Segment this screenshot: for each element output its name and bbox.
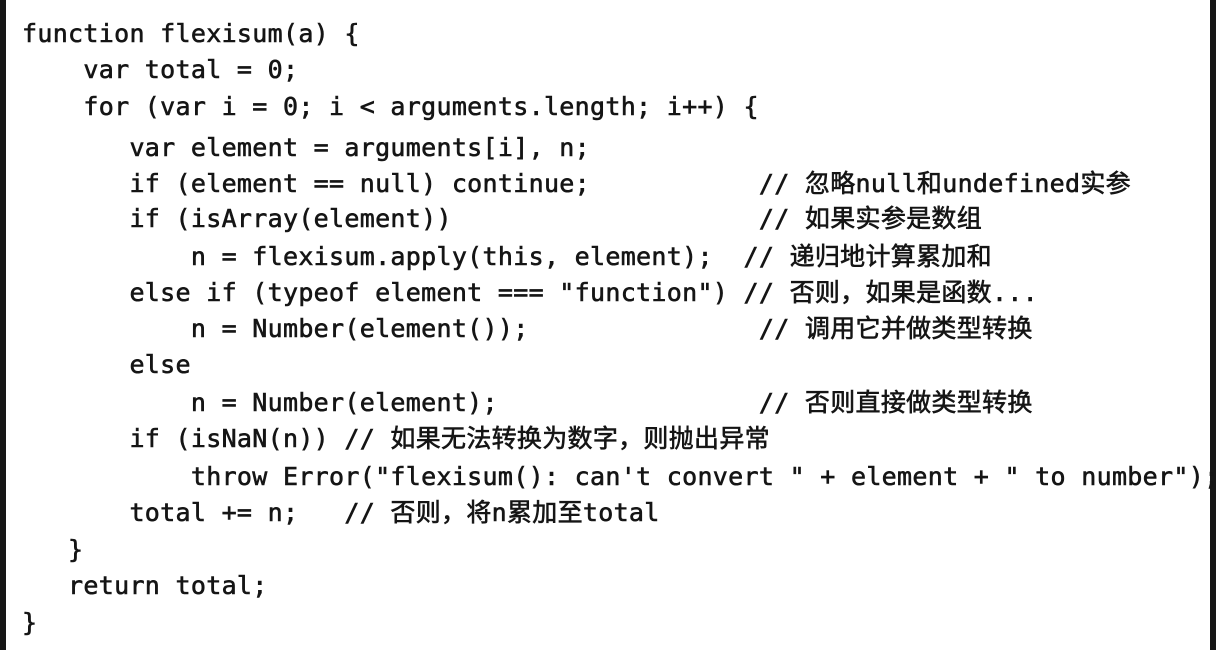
code-line: total += n; // 否则，将n累加至total: [22, 498, 660, 528]
code-line: if (isArray(element)) // 如果实参是数组: [22, 204, 983, 234]
code-line: if (isNaN(n)) // 如果无法转换为数字，则抛出异常: [22, 424, 770, 454]
left-border: [0, 0, 6, 650]
code-line: }: [22, 608, 38, 638]
code-line: else if (typeof element === "function") …: [22, 278, 1039, 308]
code-line: n = flexisum.apply(this, element); // 递归…: [22, 242, 992, 272]
code-line: function flexisum(a) {: [22, 19, 360, 49]
code-line: else: [22, 350, 191, 380]
code-line: n = Number(element()); // 调用它并做类型转换: [22, 314, 1033, 344]
code-line: var element = arguments[i], n;: [22, 133, 590, 163]
code-listing: function flexisum(a) { var total = 0; fo…: [0, 0, 1216, 650]
code-line: throw Error("flexisum(): can't convert "…: [22, 462, 1216, 492]
code-line: if (element == null) continue; // 忽略null…: [22, 169, 1131, 199]
right-border: [1210, 0, 1216, 650]
code-line: return total;: [22, 571, 268, 601]
code-line: n = Number(element); // 否则直接做类型转换: [22, 388, 1033, 418]
code-line: var total = 0;: [22, 55, 299, 85]
code-line: for (var i = 0; i < arguments.length; i+…: [22, 92, 759, 122]
code-line: }: [22, 535, 84, 565]
